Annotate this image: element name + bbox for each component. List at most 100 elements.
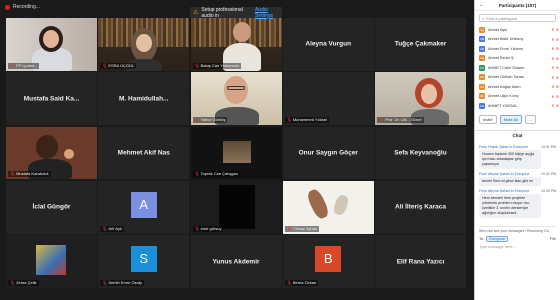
chat-privacy-note[interactable]: Who can see your messages? Recording On	[479, 225, 556, 233]
more-button[interactable]: ...	[524, 114, 537, 124]
participant-tile[interactable]: 🎙 Zehra Çelik	[6, 235, 97, 288]
tile-name-label: 🎙 Muhammed Yüksel	[284, 117, 329, 124]
participant-tile[interactable]: M. Hamidullah...	[98, 72, 190, 126]
participant-tile[interactable]: 🎙 Muhammed Yüksel	[282, 72, 374, 126]
participant-name: Ahmet Esrah Ş.	[488, 56, 515, 61]
participant-name: AHMET Cahit Özdem.	[488, 65, 526, 70]
tile-name-text: Mustafa Karabulut	[16, 171, 49, 177]
participant-name: AHMET YÜKSAL	[488, 103, 518, 108]
tile-name-label: 🎙 Arif Ayk	[100, 225, 124, 232]
participant-tile[interactable]: Ali İlteriş Karaca	[375, 180, 466, 234]
participant-row[interactable]: AE Ahmet Emre Yıldırım ✕ ⊘	[475, 44, 560, 54]
chevron-down-icon[interactable]: ⌄	[479, 2, 483, 8]
participant-tile[interactable]: Aleyna Vurgun	[282, 18, 374, 71]
file-button[interactable]: File	[550, 237, 556, 241]
participant-name: Ahmet Aşık	[488, 27, 508, 32]
participant-name: Yunus Akdemir	[212, 258, 260, 266]
tile-name-text: Prof. Dr. Ülk... Güvel	[385, 117, 422, 123]
participant-row[interactable]: AA Ahmet Aşık ✕ ⊘	[475, 25, 560, 35]
participant-tile[interactable]: 🎙 Mustafa Karabulut	[6, 126, 97, 180]
recording-label: Recording...	[13, 4, 40, 10]
participant-avatar: AA	[479, 26, 485, 33]
tile-name-label: 🎙 FP Ljudmi...	[8, 62, 40, 69]
video-grid: 🎙 FP Ljudmi... 🎙 ESRA ÜÇGÜL 🎙 Batuş Can Yamam…	[6, 18, 466, 292]
tile-name-text: Arif Ayk	[108, 225, 122, 231]
participant-tile[interactable]: Onur Saygın Göçer	[282, 126, 374, 180]
participant-row[interactable]: AC AHMET Cahit Özdem. ✕ ⊘	[475, 63, 560, 73]
message-header: From Aleyna Şahan to Everyone 10:43 PM	[479, 189, 556, 193]
chat-input[interactable]: Type message here...	[479, 245, 556, 249]
audio-settings-banner: ⚠ Setup professional audio in Audio Sett…	[190, 7, 282, 19]
participant-row[interactable]: AK Ahmet Uğur Kılınç ✕ ⊘	[475, 92, 560, 102]
to-label: To:	[479, 236, 485, 241]
muted-mic-icon: ✕	[551, 46, 555, 52]
participant-tile[interactable]: Mehmet Akif Nas	[98, 126, 190, 180]
participant-row[interactable]: AB Ahmet Bakir Ünlüsoy ✕ ⊘	[475, 35, 560, 45]
tile-name-text: Berna Özkan	[292, 279, 317, 285]
message-time: 10:43 PM	[541, 188, 556, 193]
participant-tile[interactable]: 🎙 Toprak Can Çalışgan	[190, 126, 282, 180]
recipient-select[interactable]: Everyone	[486, 235, 509, 242]
participant-tile[interactable]: 🎙 FP Ljudmi...	[6, 18, 97, 71]
muted-mic-icon: 🎙	[379, 117, 385, 123]
tile-name-label: 🎙 Prof. Dr. Ülk... Güvel	[377, 117, 424, 124]
participant-name: Ali İlteriş Karaca	[395, 203, 446, 211]
participant-status: ✕ ⊘	[551, 65, 559, 70]
video-off-icon: ⊘	[555, 103, 559, 109]
participant-name: Ahmet Emre Yıldırım	[488, 46, 524, 51]
participant-tile[interactable]: 🎙 emir gürsoy	[190, 180, 282, 234]
message-time: 10:41 PM	[541, 144, 556, 149]
tile-name-label: 🎙 Mustafa Karabulut	[8, 171, 51, 178]
participant-search-input[interactable]: ⌕ Find a participant	[479, 14, 556, 22]
muted-mic-icon: ✕	[551, 65, 555, 71]
video-off-icon: ⊘	[555, 65, 559, 71]
message-sender: From Aleyna Şahan to Everyone	[479, 171, 530, 176]
participant-tile[interactable]: 🎙 Yılmaz Ayhan	[282, 180, 374, 234]
muted-mic-icon: 🎙	[286, 279, 292, 285]
participants-title: Participants (107)	[498, 2, 537, 8]
participant-avatar: AK	[479, 93, 485, 100]
participant-row[interactable]: AK Ahmet Kağan Alam ✕ ⊘	[475, 82, 560, 92]
participant-tile[interactable]: 🎙 Prof. Dr. Ülk... Güvel	[375, 72, 466, 126]
participant-tile[interactable]: B 🎙 Berna Özkan	[282, 235, 374, 288]
muted-mic-icon: ✕	[551, 36, 555, 42]
participant-name: Sefa Keyvanoğlu	[394, 149, 447, 157]
participant-name: Onur Saygın Göçer	[298, 149, 358, 157]
invite-button[interactable]: Invite	[479, 114, 497, 124]
participant-tile[interactable]: Sefa Keyvanoğlu	[375, 126, 466, 180]
participant-tile[interactable]: 🎙 Yalnız Gümüş	[190, 72, 282, 126]
message-time: 10:42 PM	[541, 171, 556, 176]
participant-tile[interactable]: Elif Rana Yazıcı	[375, 235, 466, 288]
video-off-icon: ⊘	[555, 74, 559, 80]
tile-name-label: 🎙 Zehra Çelik	[8, 279, 39, 286]
participant-name: Aleyna Vurgun	[305, 40, 352, 48]
chat-messages: From Hüsnü Şakar to Everyone 10:41 PM Hoca…	[475, 140, 560, 220]
participant-tile[interactable]: S 🎙 Semih Emre Özalp	[98, 235, 190, 288]
message-sender: From Aleyna Şahan to Everyone	[479, 188, 530, 193]
participant-tile[interactable]: 🎙 ESRA ÜÇGÜL	[98, 18, 190, 71]
participant-row[interactable]: AG Ahmet Gürkan Tanas ✕ ⊘	[475, 73, 560, 83]
tile-name-text: Muhammed Yüksel	[292, 117, 327, 123]
audio-settings-link[interactable]: Audio Settings	[255, 7, 282, 19]
muted-mic-icon: 🎙	[286, 117, 292, 123]
participant-name: Ahmet Kağan Alam	[488, 84, 521, 89]
participant-tile[interactable]: 🎙 Batuş Can Yamamoto	[190, 18, 282, 71]
participant-list: AA Ahmet Aşık ✕ ⊘ AB Ahmet Bakir Ünlüsoy ✕ ⊘ AE A…	[475, 25, 560, 111]
participant-tile[interactable]: Yunus Akdemir	[190, 235, 282, 288]
warning-icon: ⚠	[193, 10, 199, 16]
participant-row[interactable]: AH AHMET YÜKSAL ✕ ⊘	[475, 101, 560, 111]
video-off-icon: ⊘	[555, 27, 559, 33]
participant-tile[interactable]: İclal Güngör	[6, 180, 97, 234]
video-off-icon: ⊘	[555, 93, 559, 99]
video-off-icon: ⊘	[555, 55, 559, 61]
muted-mic-icon: ✕	[551, 103, 555, 109]
mute-all-button[interactable]: Mute All	[499, 114, 522, 124]
tile-name-text: Zehra Çelik	[16, 279, 37, 285]
participant-tile[interactable]: A 🎙 Arif Ayk	[98, 180, 190, 234]
participant-actions: Invite Mute All ...	[475, 111, 560, 128]
participant-name: Elif Rana Yazıcı	[396, 258, 445, 266]
participant-row[interactable]: AE Ahmet Esrah Ş. ✕ ⊘	[475, 54, 560, 64]
participant-tile[interactable]: Mustafa Said Ka...	[6, 72, 97, 126]
participant-avatar: AK	[479, 83, 485, 90]
participant-tile[interactable]: Tuğçe Çakmaker	[375, 18, 466, 71]
